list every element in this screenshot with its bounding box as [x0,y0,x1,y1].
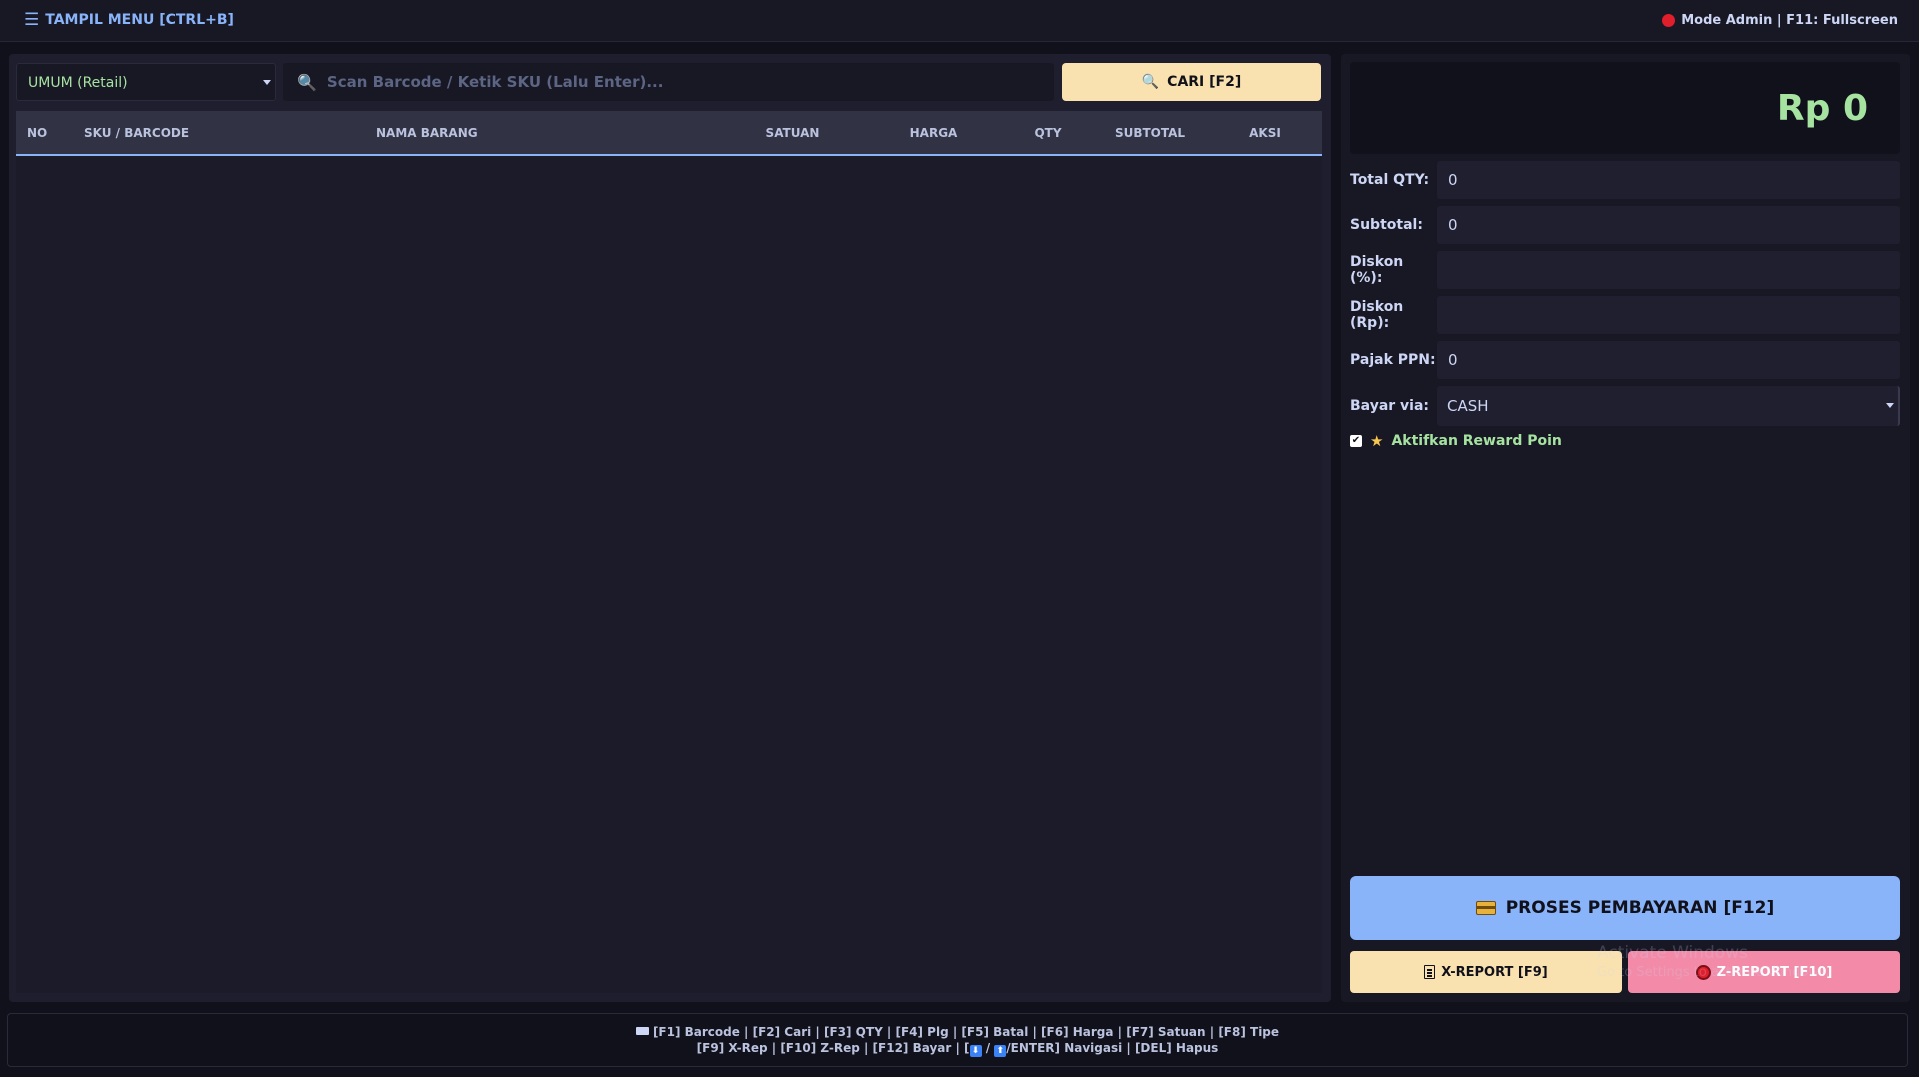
admin-status-text: Mode Admin | F11: Fullscreen [1681,13,1898,28]
payment-method-select[interactable]: CASH [1437,386,1900,426]
payment-method-row: Bayar via: CASH [1350,385,1900,427]
chevron-down-icon [263,80,271,85]
summary-panel: Rp 0 Total QTY: 0 Subtotal: 0 Diskon (%)… [1341,54,1910,1002]
process-payment-label: PROSES PEMBAYARAN [F12] [1505,898,1775,918]
tax-field[interactable]: 0 [1437,341,1900,379]
hamburger-icon: ☰ [24,10,40,30]
column-header-sku: SKU / BARCODE [73,111,365,156]
process-payment-button[interactable]: PROSES PEMBAYARAN [F12] [1350,876,1900,940]
search-icon: 🔍 [297,72,317,92]
shortcut-line-1-text: [F1] Barcode | [F2] Cari | [F3] QTY | [F… [652,1024,1280,1039]
shortcut-line-2: [F9] X-Rep | [F10] Z-Rep | [F12] Bayar |… [696,1040,1219,1057]
shortcut-line-2-prefix: [F9] X-Rep | [F10] Z-Rep | [F12] Bayar |… [696,1040,970,1055]
total-qty-row: Total QTY: 0 [1350,160,1900,200]
column-header-nama-barang: NAMA BARANG [365,111,722,156]
tax-label: Pajak PPN: [1350,352,1436,368]
credit-card-icon [1475,901,1496,915]
barcode-search-box[interactable]: 🔍 [283,63,1054,101]
column-header-no: NO [16,111,73,156]
cart-table-header: NO SKU / BARCODE NAMA BARANG SATUAN HARG… [16,111,1322,156]
shortcut-line-1: [F1] Barcode | [F2] Cari | [F3] QTY | [F… [635,1024,1280,1040]
column-header-aksi: AKSI [1208,111,1322,156]
menu-toggle-button[interactable]: ☰ TAMPIL MENU [CTRL+B] [24,10,234,30]
barcode-input[interactable] [326,73,1054,91]
reward-points-option[interactable]: ✔ ★ Aktifkan Reward Poin [1350,432,1562,450]
watermark-line-1: Activate Windows [1597,943,1748,963]
reward-points-label: Aktifkan Reward Poin [1391,433,1562,449]
chevron-down-icon [1886,403,1894,408]
x-report-label: X-REPORT [F9] [1441,964,1548,980]
search-icon: 🔍 [1141,74,1160,90]
arrow-up-icon: ⬆ [994,1044,1007,1057]
grand-total-display: Rp 0 [1350,62,1900,154]
total-qty-field[interactable]: 0 [1437,161,1900,199]
cart-table: NO SKU / BARCODE NAMA BARANG SATUAN HARG… [16,111,1322,156]
total-qty-label: Total QTY: [1350,172,1430,188]
keyboard-icon [635,1026,649,1035]
sales-panel: UMUM (Retail) 🔍 🔍 CARI [F2] NO SKU / BAR… [9,54,1331,1002]
top-bar: ☰ TAMPIL MENU [CTRL+B] Mode Admin | F11:… [0,0,1919,42]
star-icon: ★ [1370,432,1384,450]
admin-status: Mode Admin | F11: Fullscreen [1662,13,1898,28]
column-header-subtotal: SUBTOTAL [1092,111,1208,156]
search-button-label: CARI [F2] [1167,74,1242,90]
customer-type-value: UMUM (Retail) [28,75,128,91]
menu-toggle-label: TAMPIL MENU [CTRL+B] [45,12,234,28]
search-button[interactable]: 🔍 CARI [F2] [1062,63,1321,101]
discount-percent-field[interactable] [1437,251,1900,289]
discount-percent-label: Diskon (%): [1350,254,1404,286]
x-report-button[interactable]: X-REPORT [F9] [1350,951,1622,993]
discount-amount-label: Diskon (Rp): [1350,299,1404,331]
arrow-down-icon: ⬇ [969,1044,982,1057]
payment-method-label: Bayar via: [1350,398,1430,414]
tax-row: Pajak PPN: 0 [1350,340,1900,380]
column-header-harga: HARGA [863,111,1004,156]
discount-amount-field[interactable] [1437,296,1900,334]
shortcut-line-2-suffix: /ENTER] Navigasi | [DEL] Hapus [1006,1040,1219,1055]
discount-amount-row: Diskon (Rp): [1350,295,1900,335]
windows-activation-watermark: Activate Windows Go to Settings to activ… [1597,943,1830,983]
shortcut-help-bar: [F1] Barcode | [F2] Cari | [F3] QTY | [F… [7,1013,1908,1067]
watermark-line-2: Go to Settings to activate Windows. [1597,965,1830,980]
customer-type-select[interactable]: UMUM (Retail) [16,63,276,101]
subtotal-row: Subtotal: 0 [1350,205,1900,245]
subtotal-label: Subtotal: [1350,217,1423,233]
document-icon [1424,965,1436,979]
payment-method-value: CASH [1447,397,1489,415]
column-header-satuan: SATUAN [722,111,863,156]
status-dot-icon [1662,14,1676,27]
cart-table-container: NO SKU / BARCODE NAMA BARANG SATUAN HARG… [16,111,1322,993]
column-header-qty: QTY [1004,111,1092,156]
subtotal-field[interactable]: 0 [1437,206,1900,244]
discount-percent-row: Diskon (%): [1350,250,1900,290]
reward-points-checkbox[interactable]: ✔ [1350,435,1362,447]
